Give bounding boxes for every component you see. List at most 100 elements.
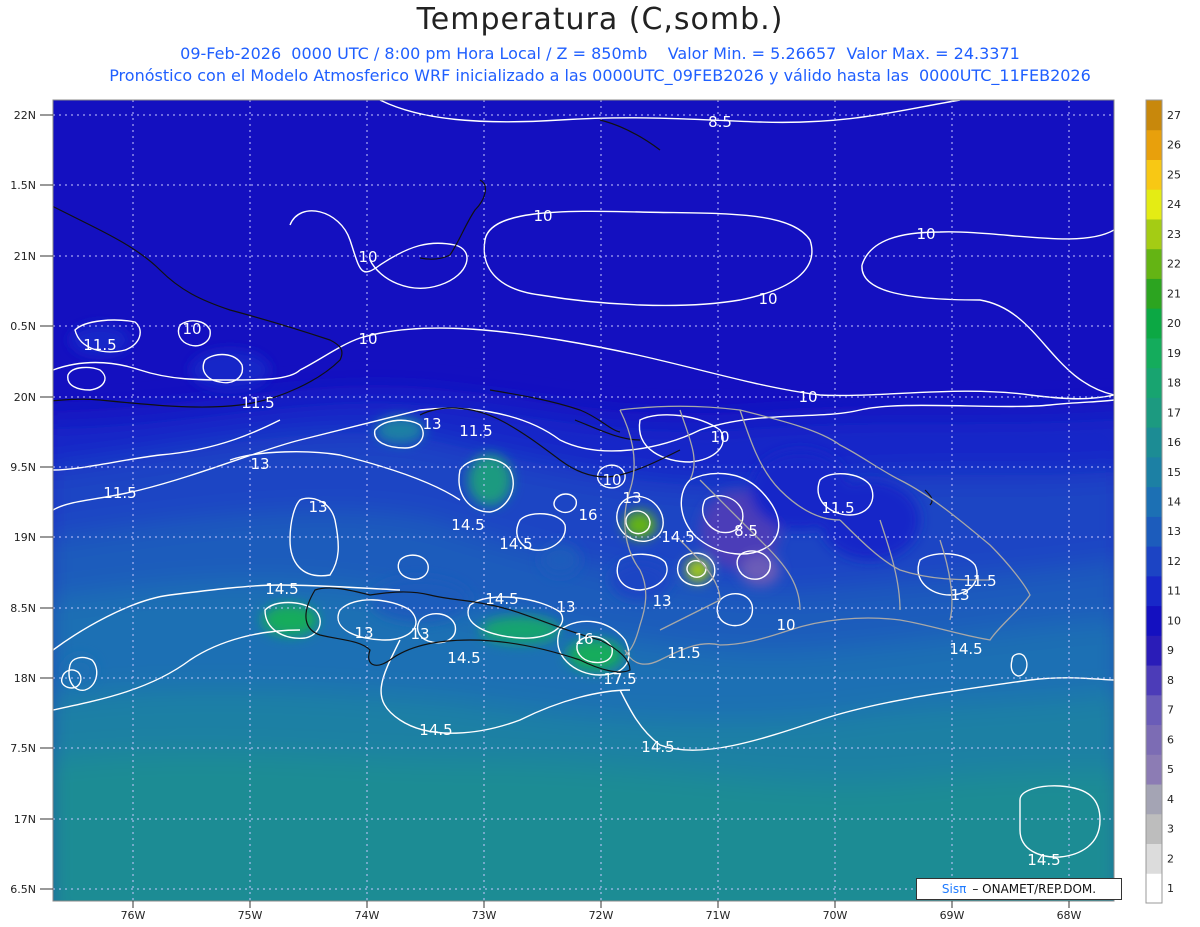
lat-tick-label: 22N xyxy=(14,109,36,122)
lat-tick-label: 21N xyxy=(14,250,36,263)
credit-text: – ONAMET/REP.DOM. xyxy=(972,882,1097,896)
colorbar-swatch xyxy=(1146,308,1162,339)
colorbar-swatch xyxy=(1146,337,1162,369)
colorbar-label: 12 xyxy=(1167,555,1181,568)
colorbar-swatch xyxy=(1146,665,1162,696)
contour-label: 14.5 xyxy=(661,528,694,546)
colorbar-label: 1 xyxy=(1167,882,1174,895)
contour-label: 14.5 xyxy=(949,640,982,658)
lon-tick-label: 70W xyxy=(823,909,848,922)
contour-label: 8.5 xyxy=(708,113,732,131)
contour-label: 14.5 xyxy=(641,738,674,756)
lat-tick-label: 20N xyxy=(14,391,36,404)
colorbar-label: 18 xyxy=(1167,377,1181,390)
colorbar-label: 13 xyxy=(1167,525,1181,538)
colorbar-label: 3 xyxy=(1167,823,1174,836)
colorbar-label: 9 xyxy=(1167,644,1174,657)
contour-label: 17.5 xyxy=(603,670,636,688)
colorbar-swatch xyxy=(1146,813,1162,845)
contour-label: 11.5 xyxy=(459,422,492,440)
colorbar-swatch xyxy=(1146,724,1162,755)
credit-brand: Sisπ xyxy=(941,882,967,896)
colorbar-swatch xyxy=(1146,873,1162,904)
lat-tick-label: 18N xyxy=(14,672,36,685)
colorbar-label: 10 xyxy=(1167,614,1181,627)
contour-label: 14.5 xyxy=(1027,851,1060,869)
contour-label: 13 xyxy=(652,592,671,610)
colorbar-swatch xyxy=(1146,367,1162,398)
colorbar-swatch xyxy=(1146,159,1162,190)
colorbar-label: 20 xyxy=(1167,317,1181,330)
map-title: Temperatura (C,somb.) xyxy=(416,2,784,37)
contour-label: 13 xyxy=(622,489,641,507)
colorbar-swatch xyxy=(1146,129,1162,160)
latitude-axis: 22N 1.5N 21N 0.5N 20N 9.5N 19N 8.5N 18N … xyxy=(10,109,53,896)
lon-tick-label: 72W xyxy=(589,909,614,922)
contour-label: 10 xyxy=(358,330,377,348)
contour-label: 16 xyxy=(574,630,593,648)
contour-label: 10 xyxy=(533,207,552,225)
lat-tick-label: 17N xyxy=(14,813,36,826)
contour-label: 11.5 xyxy=(103,484,136,502)
contour-label: 10 xyxy=(776,616,795,634)
contour-label: 14.5 xyxy=(419,721,452,739)
colorbar-swatch xyxy=(1146,189,1162,220)
colorbar-label: 26 xyxy=(1167,139,1181,152)
colorbar-swatch xyxy=(1146,546,1162,577)
contour-label: 13 xyxy=(354,624,373,642)
colorbar-label: 17 xyxy=(1167,406,1181,419)
lat-tick-label: 7.5N xyxy=(10,742,36,755)
contour-label: 8.5 xyxy=(734,522,758,540)
credit-box: Sisπ – ONAMET/REP.DOM. xyxy=(916,878,1122,900)
colorbar-label: 25 xyxy=(1167,168,1181,181)
contour-label: 13 xyxy=(250,455,269,473)
contour-label: 13 xyxy=(308,498,327,516)
contour-label: 10 xyxy=(758,290,777,308)
contour-label: 10 xyxy=(358,248,377,266)
color-scale-legend: 1234567891011121314151617181920212223242… xyxy=(1145,99,1181,904)
map-subtitle-model-run: Pronóstico con el Modelo Atmosferico WRF… xyxy=(109,66,1091,85)
contour-label: 13 xyxy=(556,598,575,616)
contour-label: 13 xyxy=(410,625,429,643)
lon-tick-label: 68W xyxy=(1057,909,1082,922)
lon-tick-label: 75W xyxy=(238,909,263,922)
colorbar-label: 24 xyxy=(1167,198,1181,211)
contour-label: 10 xyxy=(710,428,729,446)
colorbar-label: 11 xyxy=(1167,585,1181,598)
contour-label: 14.5 xyxy=(485,590,518,608)
lon-tick-label: 74W xyxy=(355,909,380,922)
contour-label: 13 xyxy=(950,586,969,604)
lat-tick-label: 19N xyxy=(14,531,36,544)
lon-tick-label: 73W xyxy=(472,909,497,922)
colorbar-swatch xyxy=(1146,754,1162,785)
colorbar-label: 27 xyxy=(1167,109,1181,122)
colorbar-swatch xyxy=(1146,635,1162,666)
lat-tick-label: 9.5N xyxy=(10,461,36,474)
map-subtitle-valid-time: 09-Feb-2026 0000 UTC / 8:00 pm Hora Loca… xyxy=(180,44,1020,63)
colorbar-swatch xyxy=(1146,397,1162,428)
contour-label: 11.5 xyxy=(241,394,274,412)
lat-tick-label: 0.5N xyxy=(10,320,36,333)
colorbar-swatch xyxy=(1146,100,1162,131)
colorbar-label: 14 xyxy=(1167,496,1181,509)
colorbar-swatch xyxy=(1146,784,1162,815)
lat-tick-label: 8.5N xyxy=(10,602,36,615)
contour-label: 11.5 xyxy=(821,499,854,517)
colorbar-label: 21 xyxy=(1167,287,1181,300)
contour-label: 10 xyxy=(798,388,817,406)
colorbar-swatch xyxy=(1146,427,1162,458)
colorbar-label: 2 xyxy=(1167,852,1174,865)
colorbar-swatch xyxy=(1146,694,1162,726)
longitude-axis: 76W 75W 74W 73W 72W 71W 70W 69W 68W xyxy=(121,901,1082,922)
contour-label: 16 xyxy=(578,506,597,524)
colorbar-label: 5 xyxy=(1167,763,1174,776)
lon-tick-label: 69W xyxy=(940,909,965,922)
colorbar-swatch xyxy=(1146,516,1162,547)
colorbar-label: 23 xyxy=(1167,228,1181,241)
lat-tick-label: 1.5N xyxy=(10,179,36,192)
colorbar-swatch xyxy=(1146,218,1162,250)
contour-label: 14.5 xyxy=(265,580,298,598)
contour-label: 10 xyxy=(182,320,201,338)
contour-label: 14.5 xyxy=(499,535,532,553)
contour-label: 14.5 xyxy=(447,649,480,667)
